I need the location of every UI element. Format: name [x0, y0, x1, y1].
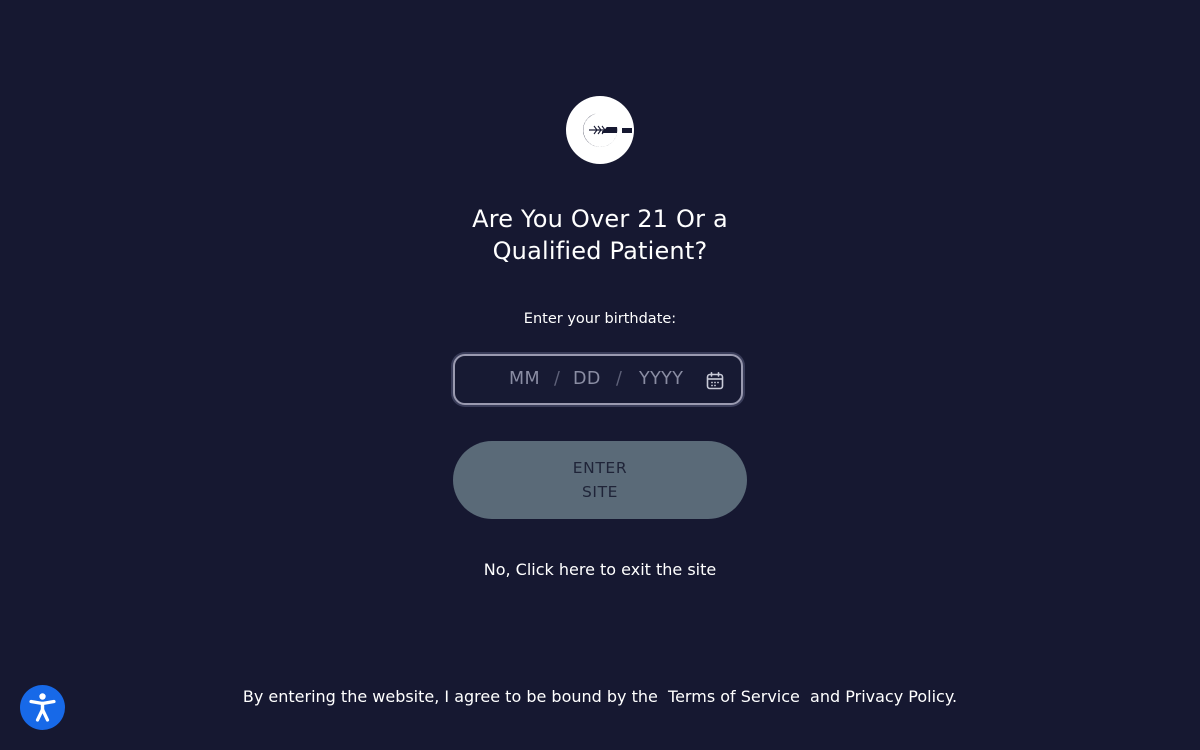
terms-joiner: and: [810, 687, 841, 706]
title-line-2: Qualified Patient?: [492, 237, 708, 265]
year-segment[interactable]: YYYY: [639, 356, 683, 403]
terms-suffix: .: [952, 687, 958, 706]
terms-prefix: By entering the website, I agree to be b…: [242, 687, 658, 706]
date-separator: /: [554, 369, 561, 389]
day-segment[interactable]: DD: [573, 356, 601, 403]
birthdate-prompt: Enter your birthdate:: [523, 311, 677, 327]
exit-site-link[interactable]: No, Click here to exit the site: [400, 559, 800, 581]
terms-notice: By entering the website, I agree to be b…: [100, 686, 1100, 708]
birthdate-input[interactable]: MM / DD / YYYY: [453, 354, 743, 405]
privacy-policy-link[interactable]: Privacy Policy: [845, 687, 952, 706]
accessibility-button[interactable]: [20, 685, 65, 730]
page-title: Are You Over 21 Or a Qualified Patient?: [400, 203, 800, 267]
enter-label-line-2: SITE: [581, 483, 619, 501]
leaf-circle-logo: [566, 96, 634, 164]
accessibility-icon: [29, 693, 56, 722]
calendar-icon[interactable]: [705, 371, 725, 391]
terms-of-service-link[interactable]: Terms of Service: [668, 687, 800, 706]
month-segment[interactable]: MM: [509, 356, 540, 403]
age-gate-page: Are You Over 21 Or a Qualified Patient? …: [0, 0, 1200, 750]
enter-site-button[interactable]: ENTER SITE: [453, 441, 747, 519]
enter-label-line-1: ENTER: [572, 459, 628, 477]
title-line-1: Are You Over 21 Or a: [472, 205, 728, 233]
date-separator: /: [616, 369, 623, 389]
